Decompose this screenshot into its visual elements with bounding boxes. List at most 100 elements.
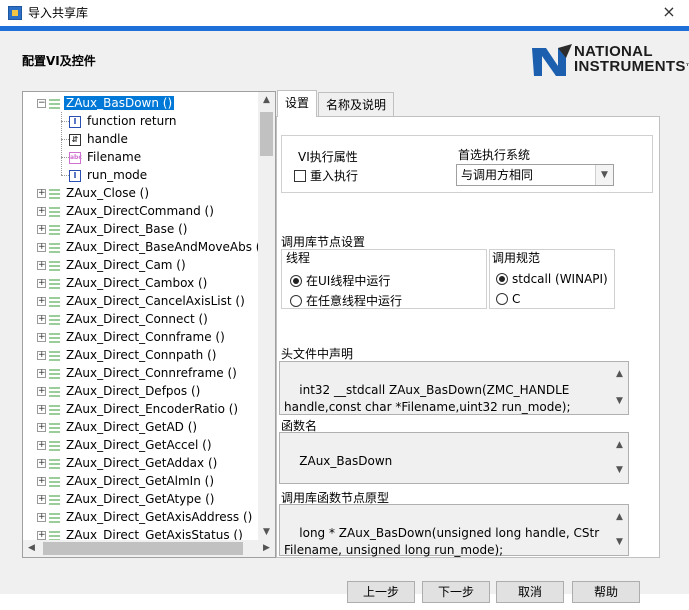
expand-icon[interactable]: + (37, 441, 46, 450)
preferred-system-select[interactable]: 与调用方相同 ▼ (456, 164, 614, 186)
expand-icon[interactable]: + (37, 261, 46, 270)
function-tree[interactable]: − ZAux_BasDown () Ifunction return ⇵ handle a… (22, 91, 276, 558)
tree-horizontal-scrollbar[interactable]: ◀ ▶ (23, 540, 275, 557)
prototype-scrollbar[interactable]: ▲ ▼ (611, 505, 628, 555)
integer-icon: I (69, 169, 81, 182)
expand-icon[interactable]: + (37, 207, 46, 216)
convention-label: 调用规范 (492, 251, 541, 265)
tree-param-item[interactable]: ⇵ handle (69, 130, 130, 148)
expand-icon[interactable]: + (37, 423, 46, 432)
expand-icon[interactable]: + (37, 189, 46, 198)
chevron-down-icon[interactable]: ▼ (611, 534, 628, 551)
thread-option-ui[interactable]: 在UI线程中运行 (290, 272, 390, 289)
scroll-down-icon[interactable]: ▼ (258, 524, 275, 541)
func-name-text[interactable]: ZAux_BasDown ▲ ▼ (279, 432, 629, 484)
header-decl-text[interactable]: int32 __stdcall ZAux_BasDown(ZMC_HANDLE … (279, 361, 629, 415)
tree-node[interactable]: + ZAux_Direct_Connreframe () (37, 364, 239, 382)
tree-node[interactable]: + ZAux_Direct_GetAtype () (37, 490, 216, 508)
tree-connector-vertical (61, 112, 62, 175)
radio-c[interactable] (496, 293, 508, 305)
scroll-up-icon[interactable]: ▲ (258, 92, 275, 109)
header-decl-scrollbar[interactable]: ▲ ▼ (611, 362, 628, 414)
checkbox-box[interactable] (294, 170, 306, 182)
reentrant-checkbox[interactable]: 重入执行 (294, 167, 358, 184)
function-icon (49, 440, 60, 451)
tree-node[interactable]: + ZAux_Direct_GetAlmIn () (37, 472, 216, 490)
thread-option-any[interactable]: 在任意线程中运行 (290, 292, 402, 309)
scroll-left-icon[interactable]: ◀ (23, 540, 40, 557)
expand-icon[interactable]: + (37, 369, 46, 378)
prototype-value: long * ZAux_BasDown(unsigned long handle… (284, 526, 603, 557)
chevron-down-icon[interactable]: ▼ (611, 393, 628, 410)
tree-param-item[interactable]: Irun_mode (69, 166, 149, 184)
expand-icon[interactable]: + (37, 243, 46, 252)
expand-icon[interactable]: + (37, 477, 46, 486)
tree-param-item[interactable]: abc Filename (69, 148, 143, 166)
tree-node[interactable]: + ZAux_Direct_Connect () (37, 310, 210, 328)
close-button[interactable]: × (657, 2, 681, 24)
hscroll-thumb[interactable] (43, 542, 243, 555)
prev-button[interactable]: 上一步 (347, 581, 415, 603)
function-icon (49, 476, 60, 487)
expand-icon[interactable]: + (37, 513, 46, 522)
collapse-icon[interactable]: − (37, 99, 46, 108)
tab-settings[interactable]: 设置 (277, 90, 317, 117)
tree-node-label: ZAux_Direct_Connect () (66, 312, 208, 326)
chevron-up-icon[interactable]: ▲ (611, 509, 628, 526)
function-icon (49, 404, 60, 415)
scroll-thumb[interactable] (260, 112, 273, 156)
tree-node[interactable]: + ZAux_Direct_Cambox () (37, 274, 209, 292)
expand-icon[interactable]: + (37, 351, 46, 360)
chevron-up-icon[interactable]: ▲ (611, 366, 628, 383)
tree-param-label: handle (87, 132, 128, 146)
tree-node[interactable]: + ZAux_Direct_CancelAxisList () (37, 292, 247, 310)
tree-node[interactable]: + ZAux_Direct_Connframe () (37, 328, 227, 346)
tree-node[interactable]: + ZAux_DirectCommand () (37, 202, 216, 220)
expand-icon[interactable]: + (37, 405, 46, 414)
expand-icon[interactable]: + (37, 333, 46, 342)
tree-node[interactable]: + ZAux_Close () (37, 184, 151, 202)
next-button[interactable]: 下一步 (422, 581, 490, 603)
tree-node[interactable]: + ZAux_Direct_EncoderRatio () (37, 400, 240, 418)
expand-icon[interactable]: + (37, 531, 46, 540)
expand-icon[interactable]: + (37, 387, 46, 396)
expand-icon[interactable]: + (37, 225, 46, 234)
tree-node[interactable]: + ZAux_Direct_GetAD () (37, 418, 199, 436)
function-icon (49, 224, 60, 235)
tree-node-root[interactable]: − ZAux_BasDown () (37, 94, 175, 112)
logo-instruments-word: INSTRUMENTS (574, 58, 686, 75)
expand-icon[interactable]: + (37, 297, 46, 306)
scroll-right-icon[interactable]: ▶ (258, 540, 275, 557)
tree-node[interactable]: + ZAux_Direct_Base () (37, 220, 189, 238)
convention-group: 调用规范 stdcall (WINAPI) C (489, 249, 615, 309)
radio-any-thread[interactable] (290, 295, 302, 307)
tree-node[interactable]: + ZAux_Direct_Defpos () (37, 382, 202, 400)
chevron-up-icon[interactable]: ▲ (611, 437, 628, 454)
chevron-down-icon[interactable]: ▼ (611, 462, 628, 479)
title-bar: 导入共享库 × (0, 0, 689, 26)
expand-icon[interactable]: + (37, 315, 46, 324)
radio-stdcall[interactable] (496, 273, 508, 285)
tree-param-item[interactable]: Ifunction return (69, 112, 179, 130)
tree-node-label: ZAux_Direct_Connreframe () (66, 366, 237, 380)
func-name-scrollbar[interactable]: ▲ ▼ (611, 433, 628, 483)
convention-option-c[interactable]: C (496, 292, 520, 306)
tree-node[interactable]: + ZAux_Direct_GetAxisAddress () (37, 508, 254, 526)
tab-name-description[interactable]: 名称及说明 (318, 92, 394, 116)
tree-node[interactable]: + ZAux_Direct_Connpath () (37, 346, 218, 364)
tree-node[interactable]: + ZAux_Direct_Cam () (37, 256, 188, 274)
expand-icon[interactable]: + (37, 459, 46, 468)
tree-vertical-scrollbar[interactable]: ▲ ▼ (258, 92, 275, 541)
expand-icon[interactable]: + (37, 495, 46, 504)
tree-node[interactable]: + ZAux_Direct_GetAccel () (37, 436, 214, 454)
help-button[interactable]: 帮助 (572, 581, 640, 603)
cancel-button[interactable]: 取消 (496, 581, 564, 603)
prototype-text[interactable]: long * ZAux_BasDown(unsigned long handle… (279, 504, 629, 557)
chevron-down-icon[interactable]: ▼ (595, 165, 613, 185)
convention-option-stdcall[interactable]: stdcall (WINAPI) (496, 272, 608, 286)
convention-stdcall-label: stdcall (WINAPI) (512, 272, 608, 286)
tree-node[interactable]: + ZAux_Direct_BaseAndMoveAbs () (37, 238, 267, 256)
radio-ui-thread[interactable] (290, 275, 302, 287)
tree-node[interactable]: + ZAux_Direct_GetAddax () (37, 454, 219, 472)
expand-icon[interactable]: + (37, 279, 46, 288)
